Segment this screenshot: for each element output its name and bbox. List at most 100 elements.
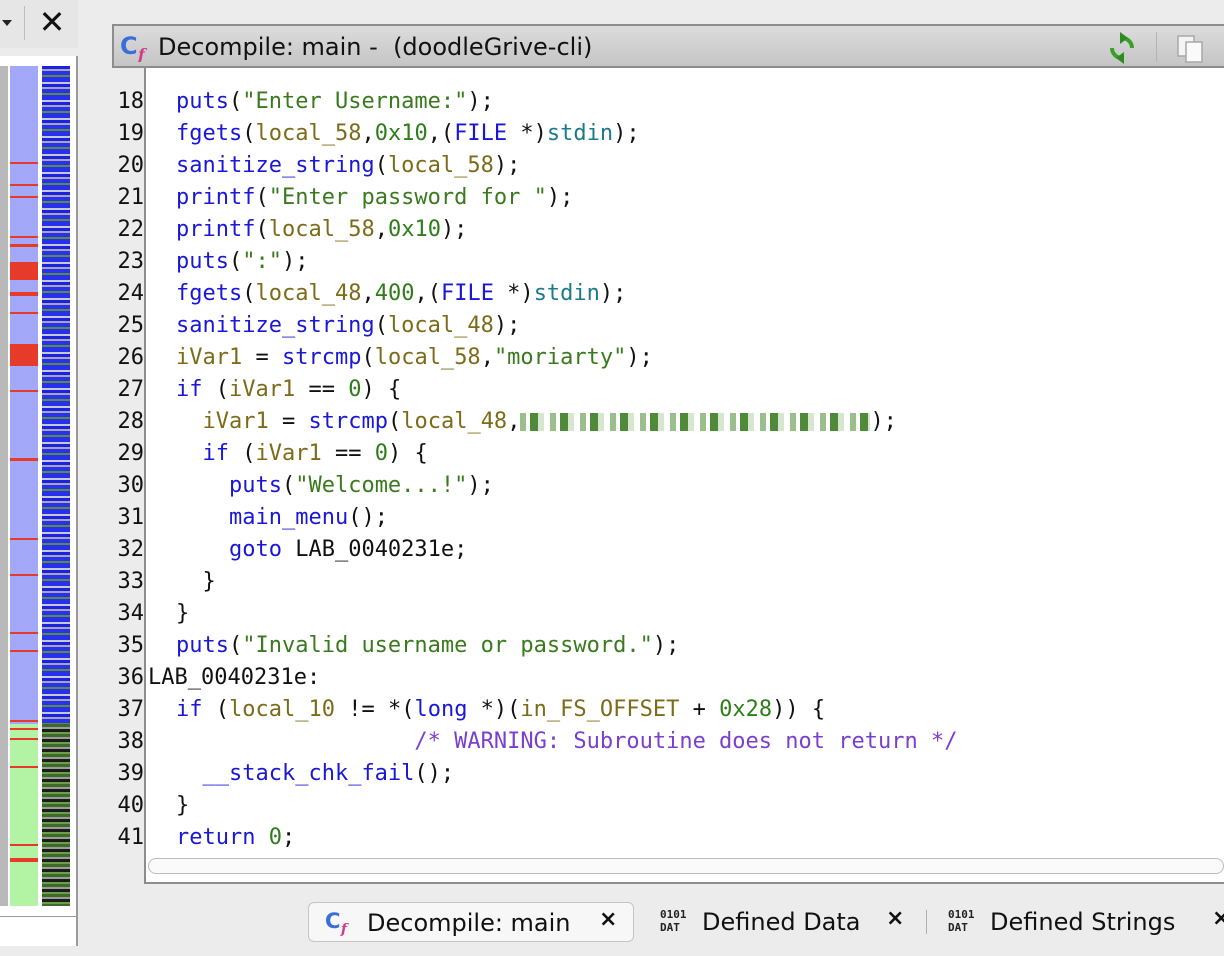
code-token: stdin [533,281,600,306]
decompile-icon: C f [325,908,350,937]
code-token: __stack_chk_fail [202,761,415,786]
code-token: iVar1 [255,441,322,466]
code-token: main_menu [228,505,349,530]
overview-bar[interactable] [10,66,38,906]
code-line[interactable]: main_menu(); [148,502,957,534]
code-token: "Welcome...!" [295,473,468,498]
close-icon[interactable]: × [599,907,617,932]
code-token: == [321,441,375,466]
code-token: LAB_0040231e: [148,665,321,690]
code-token: ( [387,409,402,434]
entropy-tail [42,724,70,906]
code-token: ( [228,89,243,114]
tab-defined-data[interactable]: 0101 DAT Defined Data × [654,902,914,942]
code-line[interactable]: puts("Welcome...!"); [148,470,957,502]
close-icon[interactable]: ✕ [36,2,68,42]
dropdown-arrow-icon[interactable] [2,20,12,26]
code-line[interactable]: /* WARNING: Subroutine does not return *… [148,726,957,758]
code-token: } [176,569,216,594]
code-line[interactable]: puts(":"); [148,246,957,278]
line-number: 38 [117,729,145,754]
line-number: 19 [117,121,145,146]
line-number: 29 [117,441,145,466]
code-line[interactable]: puts("Invalid username or password."); [148,630,957,662]
code-token: ); [652,633,680,658]
code-token: fgets [176,121,243,146]
code-token: LAB_0040231e [295,537,455,562]
code-line[interactable]: } [148,598,957,630]
code-line[interactable]: if (local_10 != *(long *)(in_FS_OFFSET +… [148,694,957,726]
code-token: } [176,793,190,818]
code-line[interactable]: } [148,790,957,822]
code-line[interactable]: fgets(local_58,0x10,(FILE *)stdin); [148,118,957,150]
code-line[interactable]: LAB_0040231e: [148,662,957,694]
code-token: local_48 [387,313,494,338]
line-number: 40 [117,793,145,818]
code-line[interactable]: goto LAB_0040231e; [148,534,957,566]
code-token: ); [870,409,897,434]
code-line[interactable]: iVar1 = strcmp(local_48,); [148,406,957,438]
horizontal-scrollbar[interactable] [148,858,1224,874]
entropy-bar[interactable] [42,66,70,906]
code-token: local_58 [268,217,375,242]
close-icon[interactable]: × [1212,906,1224,931]
tab-defined-strings[interactable]: 0101 DAT Defined Strings × [942,902,1224,942]
scroll-indicator[interactable] [0,66,8,906]
code-token: 400 [374,281,415,306]
code-token: ) { [387,441,428,466]
line-number: 26 [117,345,145,370]
code-token: "Enter password for " [268,185,547,210]
line-number: 36 [117,665,145,690]
decompiled-code[interactable]: puts("Enter Username:"); fgets(local_58,0… [148,86,957,854]
svg-text:f: f [137,45,148,62]
code-token: ); [493,313,521,338]
code-token: iVar1 [202,409,269,434]
left-toolbar: ✕ [0,0,78,48]
code-token: )) { [772,697,826,722]
line-number: 33 [117,569,145,594]
code-token: return [176,825,256,850]
header-separator [1156,32,1157,62]
code-token: iVar1 [229,377,296,402]
data-icon: 0101 DAT [660,908,687,934]
code-token: 0 [268,825,282,850]
divider [0,916,76,917]
code-token: ( [202,697,229,722]
code-line[interactable]: if (iVar1 == 0) { [148,374,957,406]
code-token: , [374,217,388,242]
code-line[interactable]: } [148,566,957,598]
code-token: local_10 [229,697,335,722]
code-line[interactable]: return 0; [148,822,957,854]
line-number: 41 [117,825,145,850]
code-token: ); [493,153,521,178]
tab-label: Defined Strings [990,908,1176,936]
code-token: ( [228,249,243,274]
code-token: ); [599,281,627,306]
close-icon[interactable]: × [886,906,904,931]
code-line[interactable]: puts("Enter Username:"); [148,86,957,118]
line-number: 34 [117,601,145,626]
code-line[interactable]: printf("Enter password for "); [148,182,957,214]
code-line[interactable]: sanitize_string(local_48); [148,310,957,342]
code-line[interactable]: if (iVar1 == 0) { [148,438,957,470]
copy-icon[interactable] [1174,32,1206,64]
code-line[interactable]: __stack_chk_fail(); [148,758,957,790]
code-token: "moriarty" [493,345,627,370]
code-line[interactable]: sanitize_string(local_58); [148,150,957,182]
code-token: ":" [242,249,282,274]
code-token: (); [414,761,455,786]
code-token: , [480,345,494,370]
line-number: 18 [117,89,145,114]
tab-decompile-main[interactable]: C f Decompile: main × [308,902,634,942]
code-token: ( [374,313,388,338]
refresh-icon[interactable] [1106,32,1138,64]
code-token: , [361,281,375,306]
code-line[interactable]: iVar1 = strcmp(local_58,"moriarty"); [148,342,957,374]
code-line[interactable]: printf(local_58,0x10); [148,214,957,246]
code-token: == [295,377,349,402]
code-line[interactable]: fgets(local_48,400,(FILE *)stdin); [148,278,957,310]
code-token: local_58 [374,345,481,370]
code-token: + [679,697,720,722]
